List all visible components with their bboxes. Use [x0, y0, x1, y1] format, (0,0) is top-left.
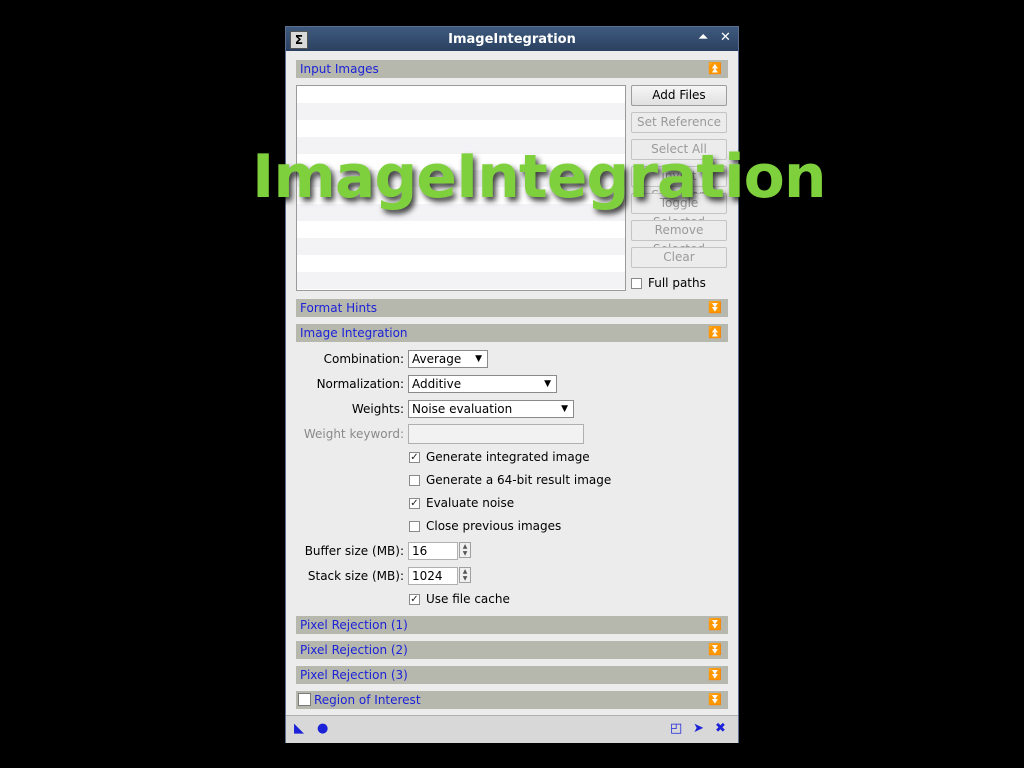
section-label: Pixel Rejection (1) [300, 618, 408, 632]
normalization-label: Normalization: [316, 377, 404, 391]
section-format-hints[interactable]: Format Hints ⏬ [296, 299, 728, 317]
expand-arrow-icon[interactable]: ⏬ [708, 299, 722, 317]
weight-keyword-label: Weight keyword: [303, 427, 404, 441]
generate-64bit-label: Generate a 64-bit result image [426, 473, 612, 487]
use-file-cache-label: Use file cache [426, 592, 510, 606]
expand-arrow-icon[interactable]: ⏬ [708, 666, 722, 684]
buffer-size-field[interactable]: 16 [408, 542, 458, 560]
set-reference-button[interactable]: Set Reference [631, 112, 727, 133]
section-label: Region of Interest [314, 693, 421, 707]
region-of-interest-checkbox[interactable] [298, 693, 311, 706]
overlay-title-text: ImageIntegration [252, 142, 827, 212]
section-input-images[interactable]: Input Images ⏫ [296, 60, 728, 78]
generate-64bit-checkbox[interactable] [409, 475, 420, 486]
clear-button[interactable]: Clear [631, 247, 727, 268]
section-label: Pixel Rejection (3) [300, 668, 408, 682]
evaluate-noise-label: Evaluate noise [426, 496, 515, 510]
close-icon[interactable]: ✕ [720, 31, 731, 45]
combination-label: Combination: [323, 352, 404, 366]
apply-global-icon[interactable]: ● [317, 721, 328, 736]
section-pixel-rejection-2[interactable]: Pixel Rejection (2) ⏬ [296, 641, 728, 659]
collapse-arrow-icon[interactable]: ⏫ [708, 60, 722, 78]
image-integration-window: Σ ImageIntegration ⏶ ✕ Input Images ⏫ Ad… [285, 26, 739, 743]
window-title: ImageIntegration [448, 32, 576, 47]
section-pixel-rejection-3[interactable]: Pixel Rejection (3) ⏬ [296, 666, 728, 684]
close-previous-label: Close previous images [426, 519, 562, 533]
expand-arrow-icon[interactable]: ⏬ [708, 641, 722, 659]
use-file-cache-checkbox[interactable]: ✓ [409, 594, 420, 605]
section-pixel-rejection-1[interactable]: Pixel Rejection (1) ⏬ [296, 616, 728, 634]
full-paths-checkbox[interactable] [631, 278, 642, 289]
combination-value: Average [412, 352, 462, 366]
section-label: Image Integration [300, 326, 408, 340]
weights-label: Weights: [351, 402, 404, 416]
close-previous-checkbox[interactable] [409, 521, 420, 532]
normalization-select[interactable]: Additive ▼ [408, 375, 557, 393]
stack-size-label: Stack size (MB): [307, 569, 404, 583]
generate-integrated-checkbox[interactable]: ✓ [409, 452, 420, 463]
buffer-size-label: Buffer size (MB): [304, 544, 404, 558]
add-files-button[interactable]: Add Files [631, 85, 727, 106]
track-view-icon[interactable]: ➤ [693, 721, 704, 736]
shade-window-icon[interactable]: ⏶ [698, 31, 708, 45]
collapse-arrow-icon[interactable]: ⏫ [708, 324, 722, 342]
combination-select[interactable]: Average ▼ [408, 350, 488, 368]
normalization-value: Additive [412, 377, 462, 391]
expand-arrow-icon[interactable]: ⏬ [708, 691, 722, 709]
browse-documentation-icon[interactable]: ◰ [670, 721, 682, 736]
evaluate-noise-checkbox[interactable]: ✓ [409, 498, 420, 509]
full-paths-label: Full paths [648, 276, 706, 290]
chevron-down-icon: ▼ [544, 379, 551, 389]
chevron-down-icon: ▼ [475, 354, 482, 364]
stack-size-spinner[interactable]: ▲ ▼ [459, 567, 471, 583]
section-label: Format Hints [300, 301, 378, 315]
stack-size-field[interactable]: 1024 [408, 567, 458, 585]
expand-arrow-icon[interactable]: ⏬ [708, 616, 722, 634]
section-label: Input Images [300, 62, 379, 76]
weights-select[interactable]: Noise evaluation ▼ [408, 400, 574, 418]
section-image-integration[interactable]: Image Integration ⏫ [296, 324, 728, 342]
bottom-toolbar: ◣ ● ◰ ➤ ✖ [286, 715, 738, 743]
chevron-down-icon: ▼ [561, 404, 568, 414]
reset-icon[interactable]: ✖ [715, 721, 726, 736]
new-instance-icon[interactable]: ◣ [294, 721, 304, 736]
section-label: Pixel Rejection (2) [300, 643, 408, 657]
section-region-of-interest[interactable]: Region of Interest ⏬ [296, 691, 728, 709]
remove-selected-button[interactable]: Remove Selected [631, 220, 727, 256]
weights-value: Noise evaluation [412, 402, 513, 416]
buffer-size-spinner[interactable]: ▲ ▼ [459, 542, 471, 558]
generate-integrated-label: Generate integrated image [426, 450, 590, 464]
weight-keyword-field[interactable] [408, 424, 584, 444]
title-bar[interactable]: Σ ImageIntegration ⏶ ✕ [286, 27, 738, 51]
